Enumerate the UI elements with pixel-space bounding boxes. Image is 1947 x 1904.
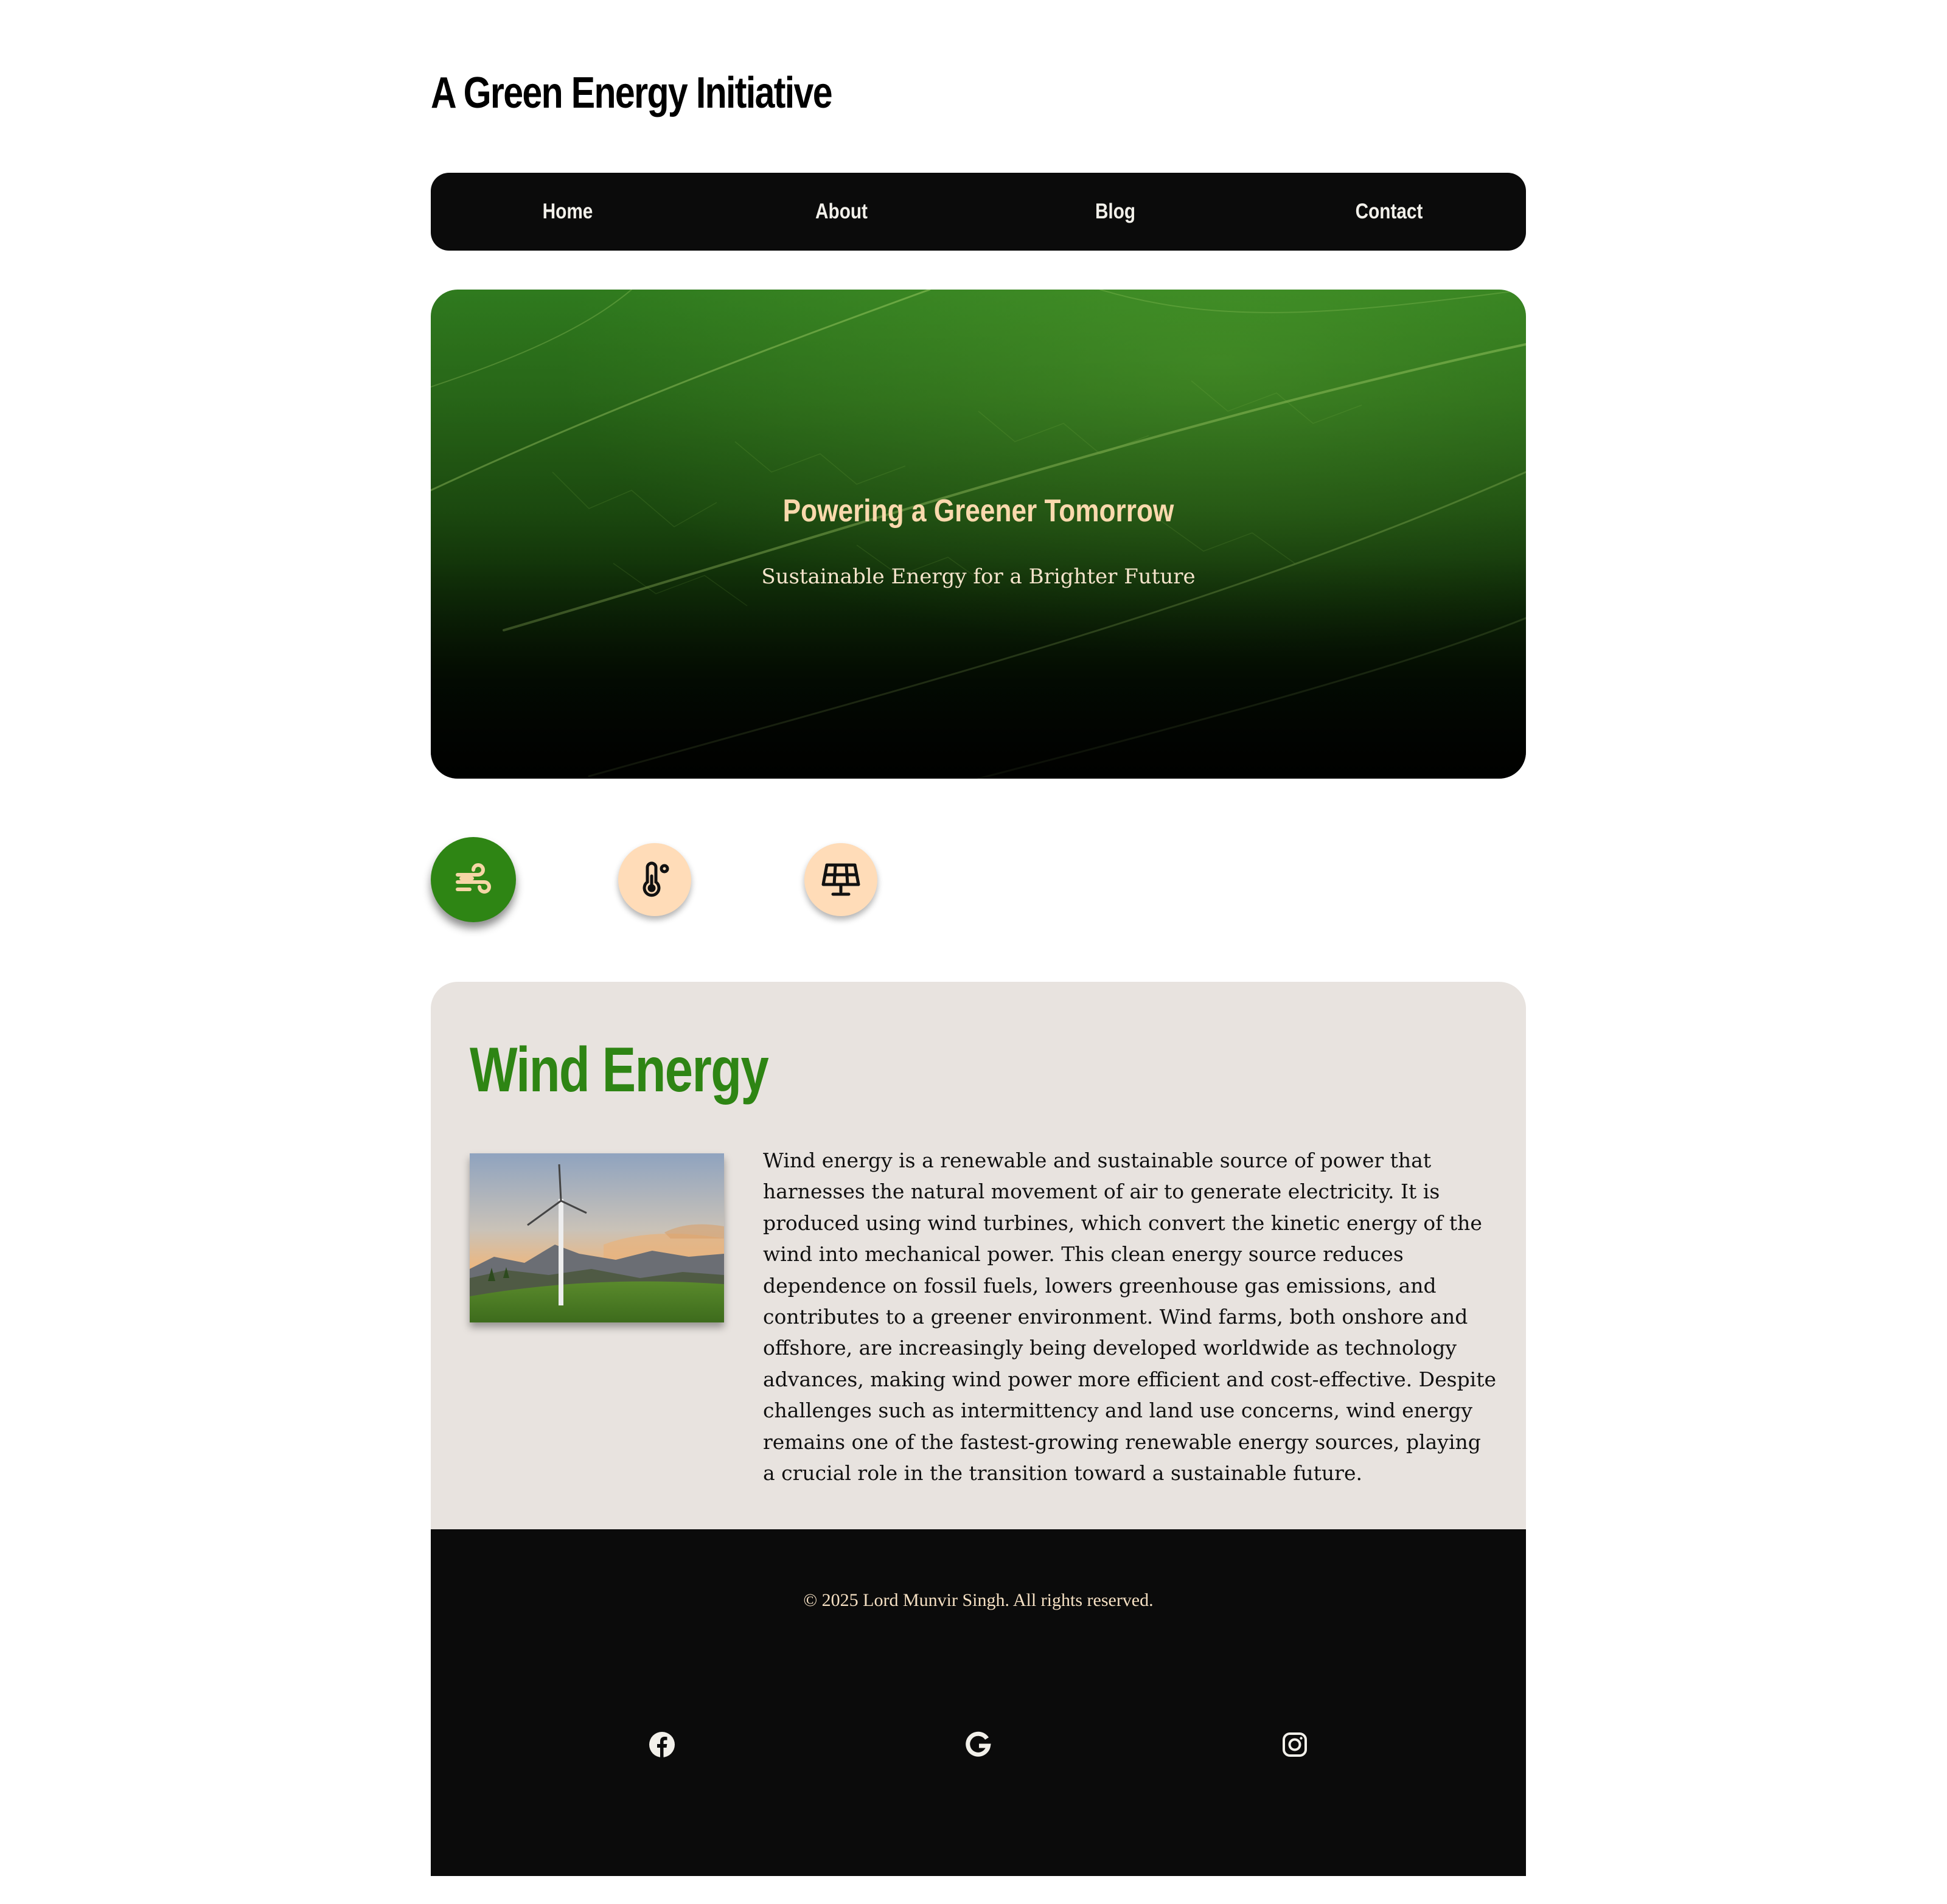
facebook-icon (649, 1732, 675, 1758)
solar-tab-button[interactable] (804, 843, 877, 916)
section-body: Wind energy is a renewable and sustainab… (763, 1148, 1497, 1485)
instagram-icon (1283, 1732, 1307, 1757)
site-title: A Green Energy Initiative (431, 69, 833, 117)
section-title: Wind Energy (470, 1035, 769, 1105)
nav-home-link[interactable]: Home (451, 200, 684, 224)
leaf-background-image (431, 290, 1526, 779)
energy-info-card: Wind Energy Wind energy is a renewable a… (431, 982, 1526, 1529)
nav-about-link[interactable]: About (725, 200, 958, 224)
wind-tab-button[interactable] (431, 837, 516, 922)
nav-blog-link[interactable]: Blog (999, 200, 1232, 224)
solar-panel-icon (821, 863, 860, 896)
google-link[interactable] (960, 1726, 997, 1763)
wind-icon (456, 863, 491, 894)
main-nav: Home About Blog Contact (431, 173, 1526, 251)
thermometer-icon (643, 861, 669, 897)
facebook-link[interactable] (644, 1726, 680, 1763)
nav-contact-link[interactable]: Contact (1273, 200, 1506, 224)
hero-banner: Powering a Greener Tomorrow Sustainable … (431, 290, 1526, 779)
google-icon (966, 1731, 991, 1757)
energy-type-selector (431, 837, 978, 928)
instagram-link[interactable] (1277, 1726, 1313, 1763)
hero-title: Powering a Greener Tomorrow (782, 493, 1174, 529)
site-footer: © 2025 Lord Munvir Singh. All rights res… (431, 1529, 1526, 1876)
hero-subtitle: Sustainable Energy for a Brighter Future (761, 565, 1196, 589)
copyright-text: © 2025 Lord Munvir Singh. All rights res… (803, 1590, 1154, 1610)
thermal-tab-button[interactable] (618, 843, 691, 916)
wind-turbine-image (470, 1153, 724, 1322)
